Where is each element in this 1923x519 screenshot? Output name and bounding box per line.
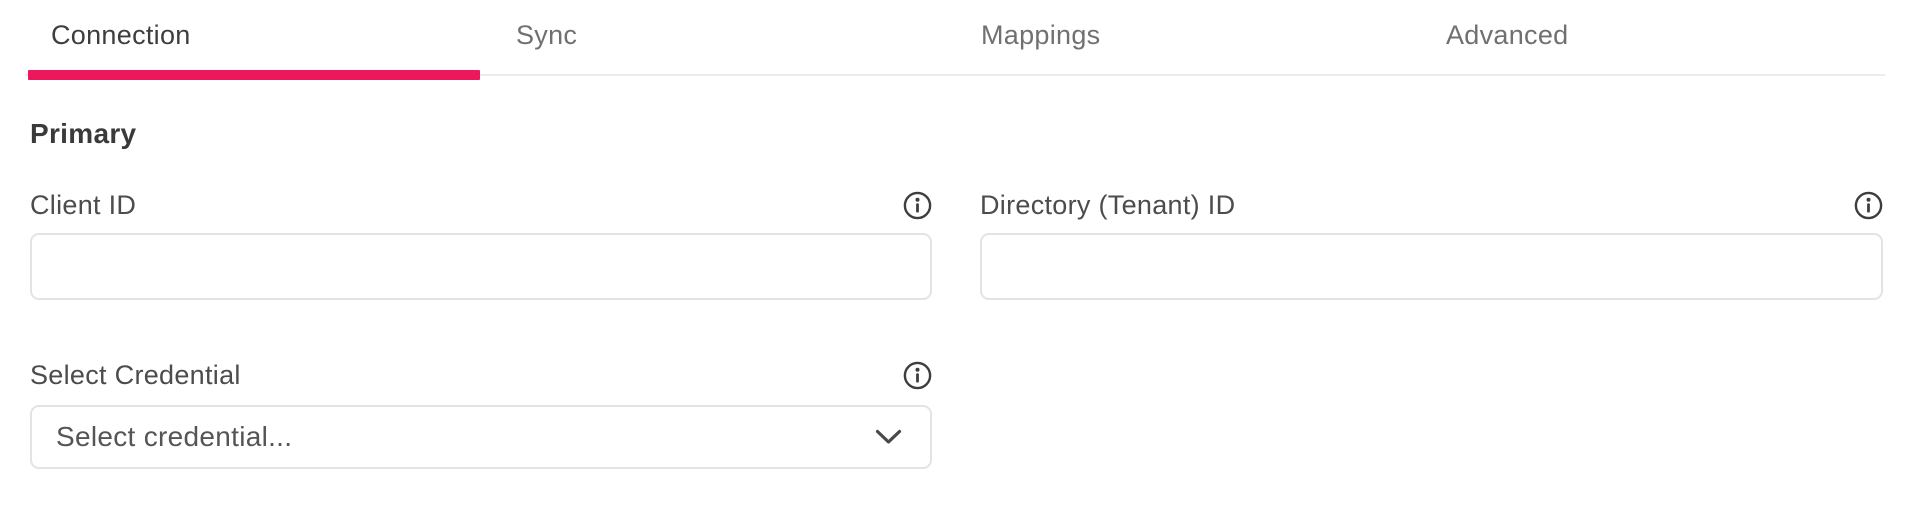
tab-advanced[interactable]: Advanced <box>1420 0 1885 74</box>
info-icon <box>1854 191 1883 220</box>
empty-grid-cell <box>980 360 1883 469</box>
client-id-field: Client ID <box>30 190 932 300</box>
info-icon <box>903 361 932 390</box>
directory-tenant-id-label-row: Directory (Tenant) ID <box>980 190 1883 220</box>
directory-tenant-id-input[interactable] <box>980 233 1883 300</box>
tab-connection-label: Connection <box>51 20 191 50</box>
tab-sync-label: Sync <box>516 20 577 50</box>
tab-connection[interactable]: Connection <box>25 0 490 74</box>
select-credential-field: Select Credential Select credential... <box>30 360 932 469</box>
directory-tenant-id-info-button[interactable] <box>1854 191 1883 220</box>
select-credential-label: Select Credential <box>30 360 241 391</box>
select-credential-info-button[interactable] <box>903 361 932 390</box>
settings-tabbar: Connection Sync Mappings Advanced <box>25 0 1885 76</box>
section-title-primary: Primary <box>30 118 1883 150</box>
directory-tenant-id-field: Directory (Tenant) ID <box>980 190 1883 300</box>
tab-advanced-label: Advanced <box>1446 20 1569 50</box>
connection-tab-panel: Primary Client ID Directory (Tenant) ID <box>30 118 1883 469</box>
client-id-label: Client ID <box>30 190 136 221</box>
select-credential-label-row: Select Credential <box>30 360 932 390</box>
client-id-label-row: Client ID <box>30 190 932 220</box>
directory-tenant-id-label: Directory (Tenant) ID <box>980 190 1235 221</box>
active-tab-underline <box>28 70 480 80</box>
tab-sync[interactable]: Sync <box>490 0 955 74</box>
client-id-input[interactable] <box>30 233 932 300</box>
tab-mappings[interactable]: Mappings <box>955 0 1420 74</box>
info-icon <box>903 191 932 220</box>
connection-form: Client ID Directory (Tenant) ID <box>30 190 1883 469</box>
chevron-down-icon <box>875 429 902 446</box>
select-credential-dropdown[interactable]: Select credential... <box>30 405 932 469</box>
tab-mappings-label: Mappings <box>981 20 1100 50</box>
select-credential-placeholder: Select credential... <box>56 421 292 453</box>
client-id-info-button[interactable] <box>903 191 932 220</box>
